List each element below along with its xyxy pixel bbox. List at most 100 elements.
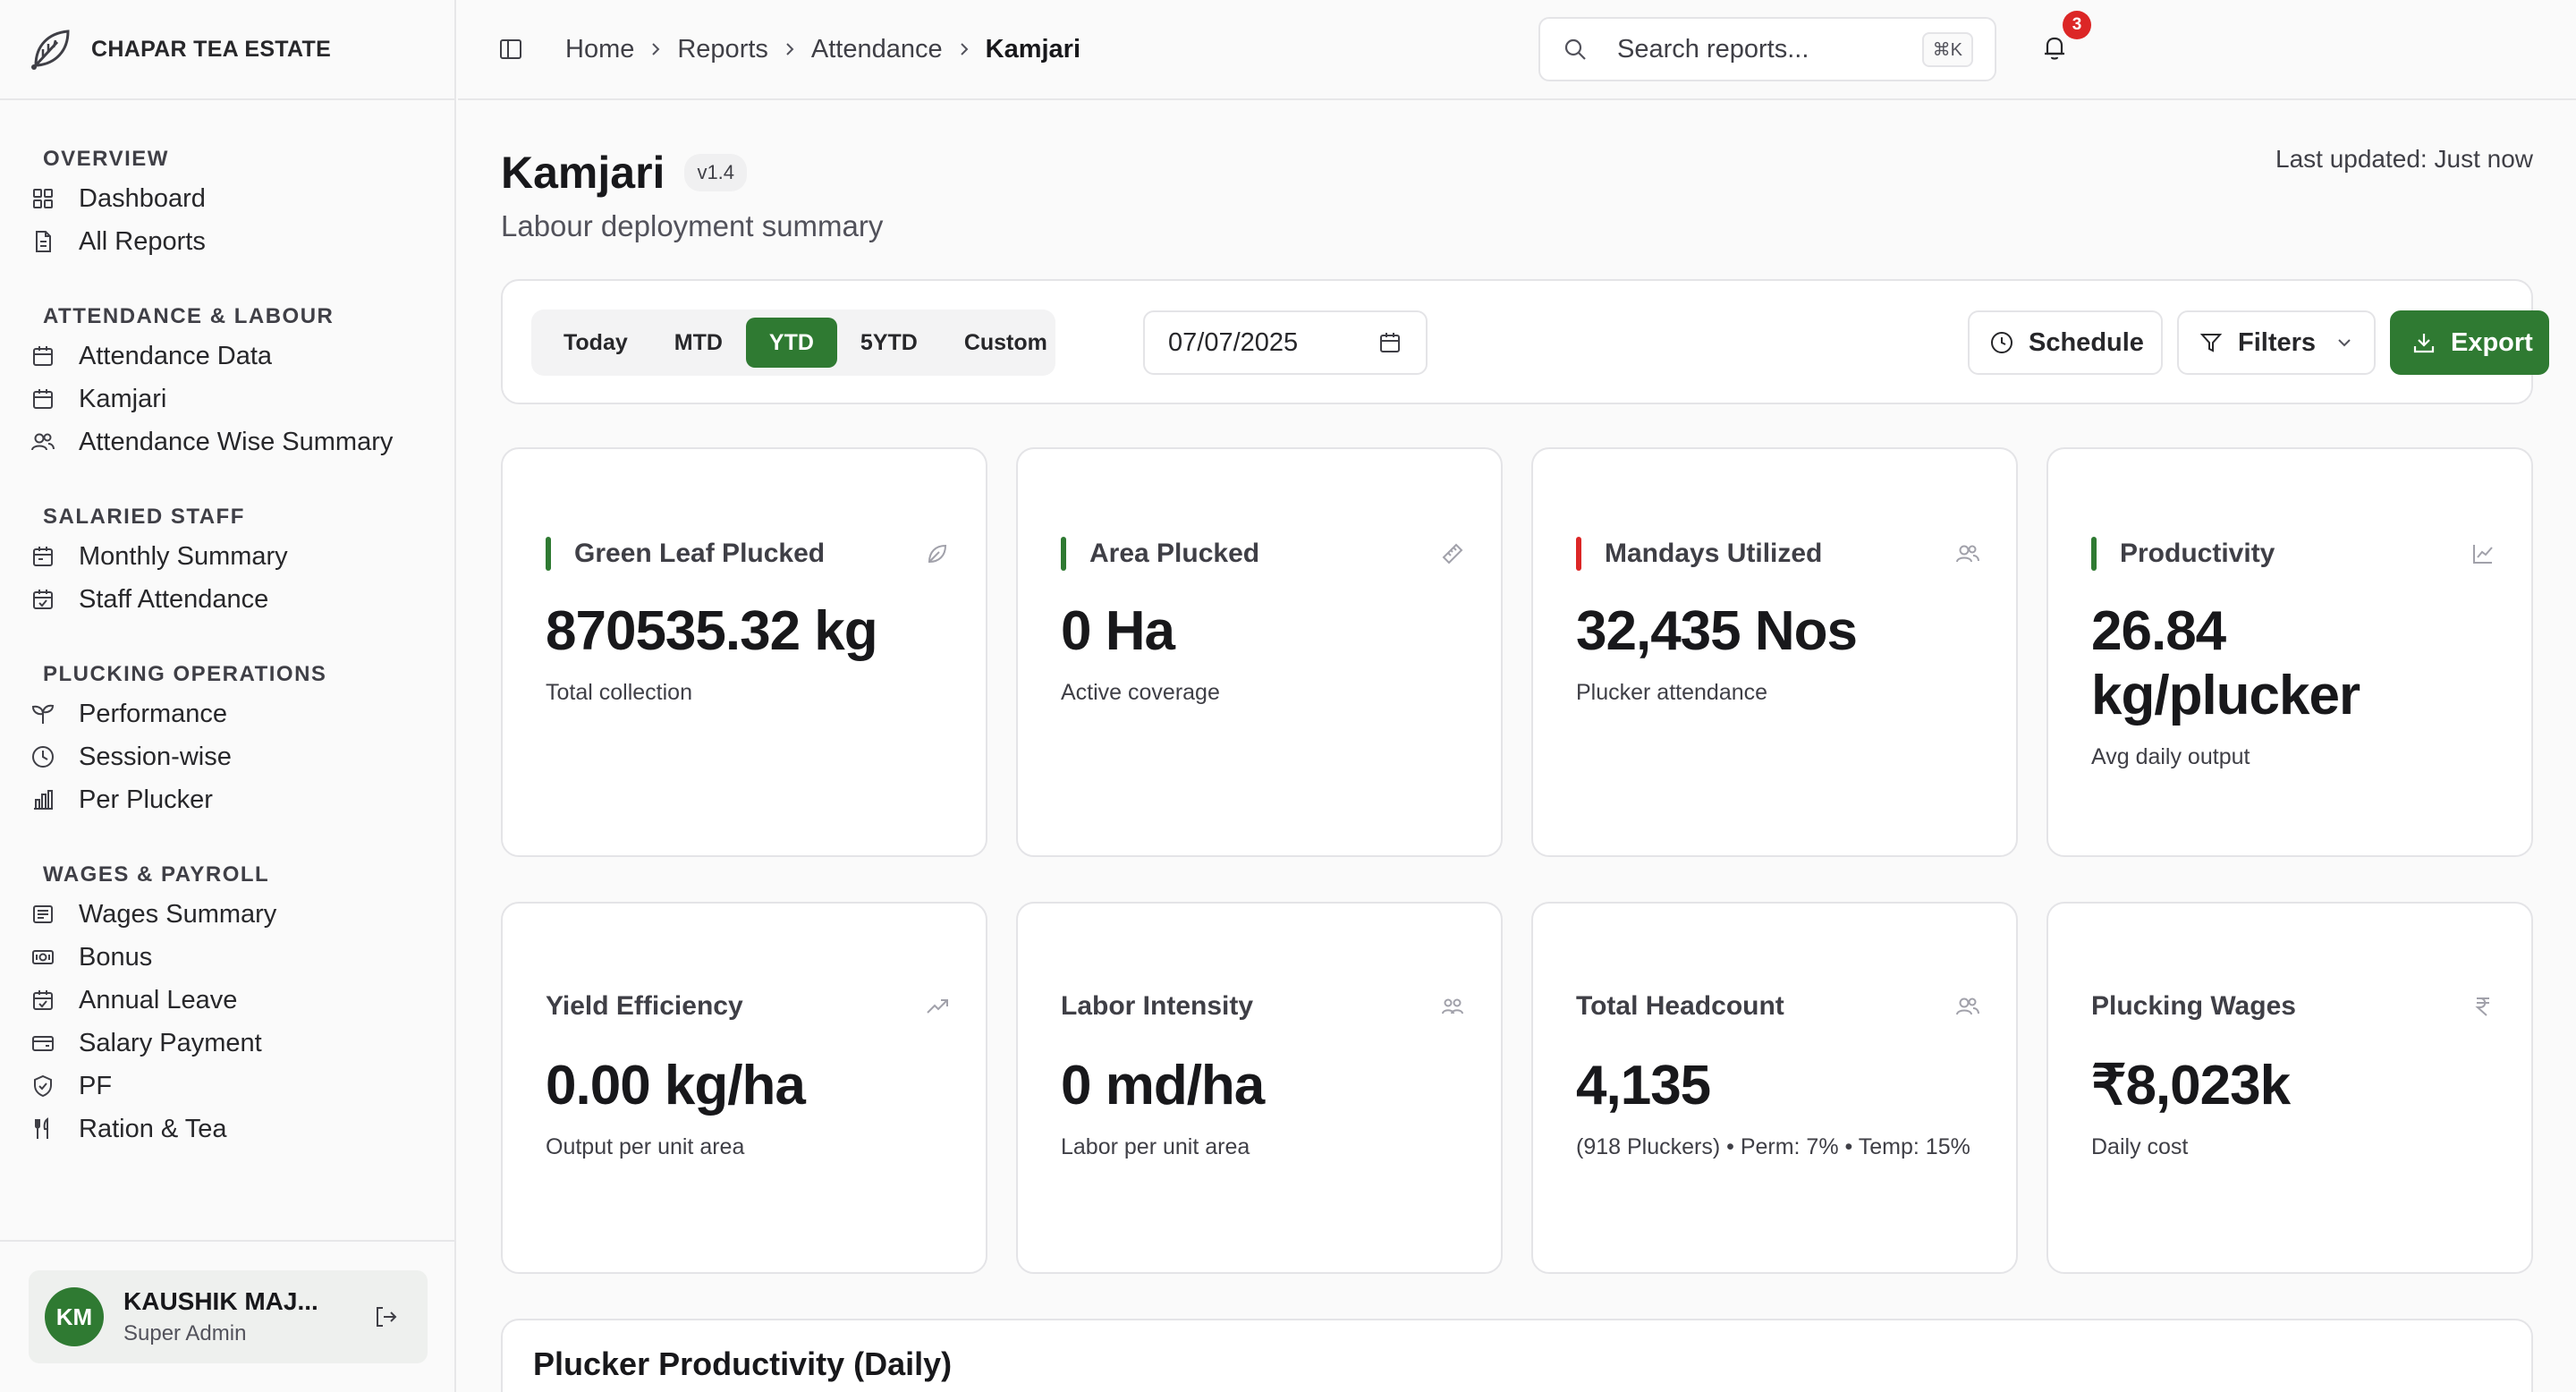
nav-section-title: OVERVIEW: [43, 147, 169, 171]
sidebar-item-attendance-data[interactable]: Attendance Data: [0, 335, 454, 378]
kpi-value: ₹8,023k: [2091, 1055, 2291, 1116]
users-icon: [1955, 541, 1980, 566]
sidebar-item-kamjari[interactable]: Kamjari: [0, 378, 454, 420]
user-role: Super Admin: [123, 1321, 247, 1345]
kpi-label: Labor Intensity: [1061, 991, 1254, 1021]
breadcrumb-reports[interactable]: Reports: [677, 35, 768, 64]
users-icon: [30, 429, 55, 454]
utensils-icon: [30, 1116, 55, 1142]
search-icon: [1562, 36, 1589, 63]
nav-section-title: WAGES & PAYROLL: [43, 862, 270, 887]
trending-up-icon: [925, 994, 950, 1019]
user-card[interactable]: KM KAUSHIK MAJ... Super Admin: [29, 1270, 428, 1363]
sidebar-item-label: Session-wise: [79, 742, 232, 771]
version-badge: v1.4: [684, 154, 748, 191]
sidebar-item-performance[interactable]: Performance: [0, 692, 454, 735]
sidebar-item-label: Kamjari: [79, 384, 167, 413]
sidebar-item-dashboard[interactable]: Dashboard: [0, 177, 454, 220]
kpi-label: Yield Efficiency: [546, 991, 743, 1021]
sidebar-item-ration-tea[interactable]: Ration & Tea: [0, 1108, 454, 1150]
kpi-card-productivity: Productivity 26.84 kg/plucker Avg daily …: [2046, 447, 2533, 857]
sidebar-divider: [0, 1240, 454, 1242]
kpi-card-green-leaf: Green Leaf Plucked 870535.32 kg Total co…: [501, 447, 987, 857]
period-mtd-button[interactable]: MTD: [651, 318, 746, 368]
filters-button[interactable]: Filters: [2177, 310, 2376, 375]
period-custom-button[interactable]: Custom: [941, 318, 1071, 368]
kpi-note: (918 Pluckers) • Perm: 7% • Temp: 15%: [1576, 1134, 1970, 1159]
kpi-value: 26.84 kg/plucker: [2091, 600, 2360, 726]
sidebar-item-bonus[interactable]: Bonus: [0, 936, 454, 979]
kpi-label-row: Productivity: [2091, 537, 2496, 571]
sidebar-item-label: Staff Attendance: [79, 584, 269, 614]
avatar: KM: [45, 1287, 104, 1346]
clock-icon: [30, 744, 55, 769]
breadcrumb-home[interactable]: Home: [565, 35, 634, 64]
kpi-value: 32,435 Nos: [1576, 600, 1858, 662]
kpi-value: 0 md/ha: [1061, 1055, 1265, 1116]
kpi-note: Daily cost: [2091, 1134, 2189, 1159]
calendar-check-icon: [30, 988, 55, 1013]
period-today-button[interactable]: Today: [540, 318, 651, 368]
kpi-card-mandays: Mandays Utilized 32,435 Nos Plucker atte…: [1531, 447, 2018, 857]
search-shortcut: ⌘K: [1921, 31, 1973, 67]
calendar-check-icon: [30, 587, 55, 612]
kpi-note: Avg daily output: [2091, 744, 2250, 769]
ruler-icon: [1440, 541, 1465, 566]
search-input[interactable]: Search reports... ⌘K: [1538, 17, 1996, 81]
page-subtitle: Labour deployment summary: [501, 209, 884, 242]
shield-icon: [30, 1074, 55, 1099]
logout-icon[interactable]: [372, 1303, 399, 1330]
date-value: 07/07/2025: [1168, 327, 1299, 357]
calendar-range-icon: [30, 544, 55, 569]
export-button[interactable]: Export: [2390, 310, 2549, 375]
kpi-value: 0.00 kg/ha: [546, 1055, 806, 1116]
sidebar-item-staff-attendance[interactable]: Staff Attendance: [0, 578, 454, 621]
topbar: Home Reports Attendance Kamjari: [458, 0, 2576, 100]
bell-icon[interactable]: [2039, 32, 2070, 63]
sidebar-item-session-wise[interactable]: Session-wise: [0, 735, 454, 778]
kpi-label: Productivity: [2120, 539, 2275, 568]
nav-section-plucking: PLUCKING OPERATIONS Performance Session-…: [0, 657, 454, 821]
period-5ytd-button[interactable]: 5YTD: [837, 318, 941, 368]
brand[interactable]: CHAPAR TEA ESTATE: [0, 0, 454, 100]
kpi-label-row: Plucking Wages: [2091, 991, 2496, 1022]
schedule-button[interactable]: Schedule: [1968, 310, 2163, 375]
period-ytd-button[interactable]: YTD: [745, 318, 837, 368]
brand-name: CHAPAR TEA ESTATE: [91, 36, 332, 62]
plucker-productivity-panel: Plucker Productivity (Daily): [501, 1319, 2533, 1392]
kpi-note: Active coverage: [1061, 680, 1220, 705]
sidebar-item-label: Monthly Summary: [79, 541, 288, 571]
sidebar-item-label: Performance: [79, 699, 228, 728]
sidebar-toggle-icon[interactable]: [497, 36, 524, 63]
kpi-card-yield-efficiency: Yield Efficiency 0.00 kg/ha Output per u…: [501, 902, 987, 1274]
sidebar: CHAPAR TEA ESTATE OVERVIEW Dashboard All…: [0, 0, 456, 1392]
sidebar-item-monthly-summary[interactable]: Monthly Summary: [0, 535, 454, 578]
sidebar-item-salary-payment[interactable]: Salary Payment: [0, 1022, 454, 1065]
kpi-label-row: Yield Efficiency: [546, 991, 950, 1022]
schedule-label: Schedule: [2029, 327, 2144, 357]
date-picker[interactable]: 07/07/2025: [1143, 310, 1428, 375]
kpi-value: 0 Ha: [1061, 600, 1175, 662]
breadcrumb: Home Reports Attendance Kamjari: [565, 35, 1080, 64]
sidebar-item-all-reports[interactable]: All Reports: [0, 220, 454, 263]
sidebar-item-wages-summary[interactable]: Wages Summary: [0, 893, 454, 936]
report-toolbar: Today MTD YTD 5YTD Custom 07/07/2025 Sch…: [501, 279, 2549, 404]
sidebar-item-per-plucker[interactable]: Per Plucker: [0, 778, 454, 821]
sidebar-item-attendance-wise-summary[interactable]: Attendance Wise Summary: [0, 420, 454, 463]
user-meta: KAUSHIK MAJ... Super Admin: [123, 1287, 372, 1346]
breadcrumb-attendance[interactable]: Attendance: [811, 35, 943, 64]
sidebar-item-label: Dashboard: [79, 183, 206, 213]
sidebar-nav: OVERVIEW Dashboard All Reports ATTENDANC…: [0, 100, 454, 1150]
main-content: Kamjari v1.4 Labour deployment summary L…: [458, 100, 2576, 1392]
calendar-icon: [1377, 330, 1402, 355]
breadcrumb-current: Kamjari: [985, 34, 1081, 64]
chevron-right-icon: [647, 40, 665, 58]
sidebar-item-pf[interactable]: PF: [0, 1065, 454, 1108]
kpi-label-row: Green Leaf Plucked: [546, 537, 950, 571]
kpi-accent-bar: [546, 537, 551, 571]
sidebar-item-annual-leave[interactable]: Annual Leave: [0, 979, 454, 1022]
sidebar-item-label: Attendance Data: [79, 341, 273, 370]
line-chart-icon: [2470, 541, 2496, 566]
sidebar-item-label: Bonus: [79, 942, 153, 972]
sidebar-item-label: Attendance Wise Summary: [79, 427, 394, 456]
